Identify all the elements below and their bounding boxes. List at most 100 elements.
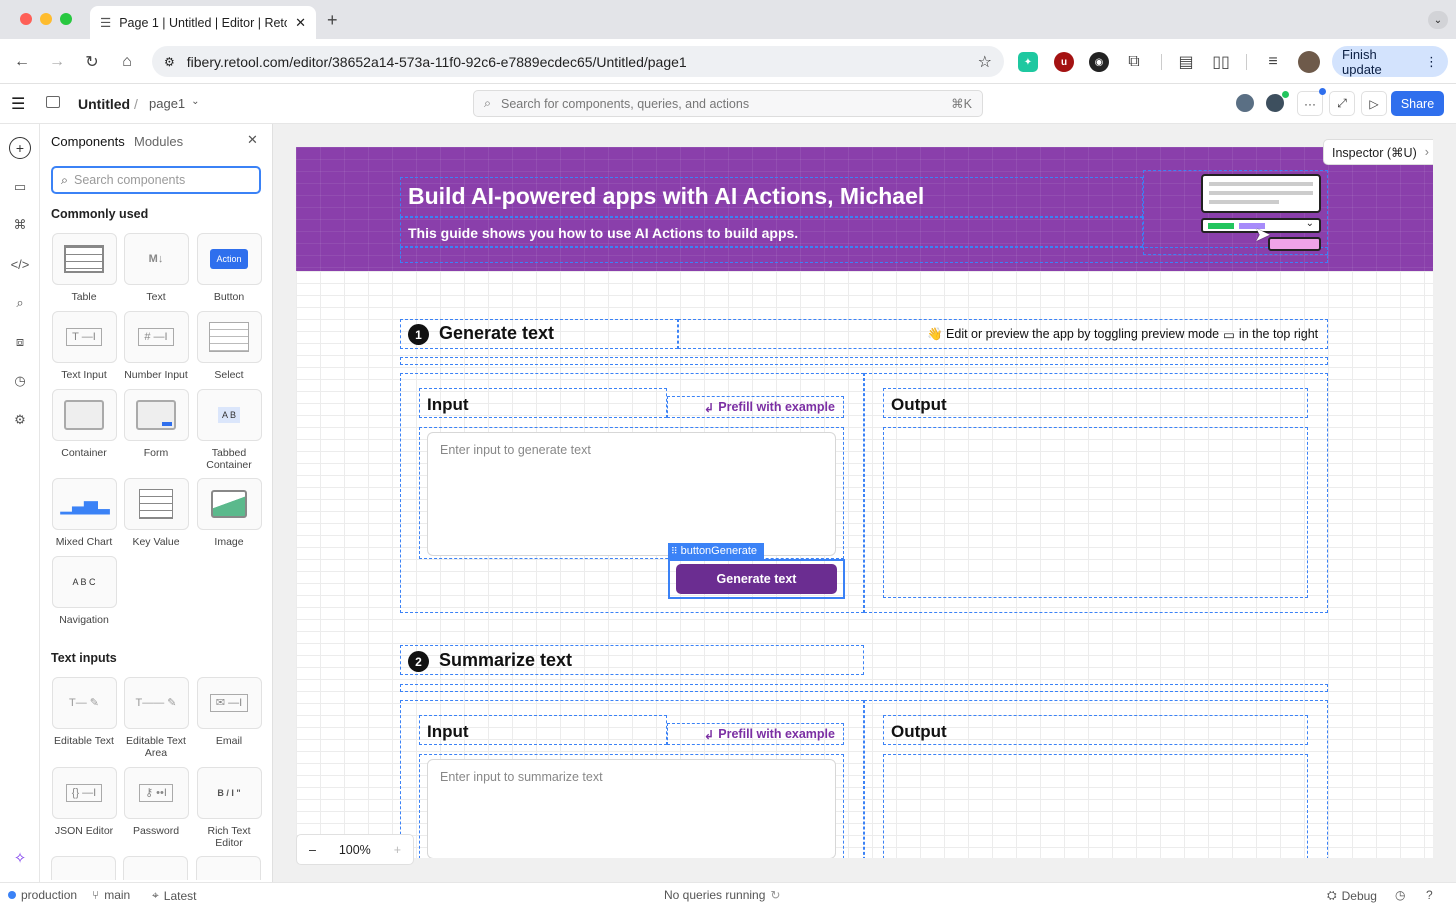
- component-image[interactable]: Image: [196, 478, 262, 548]
- collaborator-avatar[interactable]: [1234, 92, 1256, 114]
- add-component-icon[interactable]: +: [9, 137, 31, 159]
- reading-list-icon[interactable]: ▤: [1174, 50, 1198, 74]
- global-search-placeholder: Search for components, queries, and acti…: [501, 96, 750, 111]
- tab-components[interactable]: Components: [51, 134, 125, 149]
- fullscreen-expand-icon[interactable]: ⤢: [1329, 91, 1355, 116]
- more-options-button[interactable]: ···: [1297, 91, 1323, 116]
- bookmark-star-icon[interactable]: ☆: [978, 52, 992, 72]
- component-json-editor[interactable]: {} —I JSON Editor: [51, 767, 117, 837]
- step-number-badge: 1: [408, 324, 429, 345]
- component-select[interactable]: Select: [196, 311, 262, 381]
- component-password[interactable]: ⚷ ••I Password: [123, 767, 189, 837]
- textarea-placeholder: Enter input to generate text: [440, 443, 591, 457]
- prefill-label: Prefill with example: [718, 400, 835, 414]
- component-rich-text-editor[interactable]: B / I " Rich Text Editor: [196, 767, 262, 849]
- search-shortcut: ⌘K: [951, 97, 972, 111]
- state-icon[interactable]: ⧈: [9, 331, 31, 353]
- back-icon[interactable]: ←: [10, 50, 34, 74]
- toggle-left-panel-icon[interactable]: [46, 96, 60, 108]
- finish-update-button[interactable]: Finish update ⋮: [1332, 46, 1448, 77]
- reader-mode-icon[interactable]: ▯▯: [1209, 50, 1233, 74]
- return-arrow-icon: ↲: [703, 400, 715, 415]
- component-text[interactable]: M↓ Text: [123, 233, 189, 303]
- extensions-puzzle-icon[interactable]: ⧉: [1122, 50, 1146, 74]
- search-rail-icon[interactable]: ⌕: [9, 292, 31, 314]
- extension-puzzle-green-icon[interactable]: ✦: [1018, 52, 1038, 72]
- reload-icon[interactable]: ↻: [80, 50, 104, 74]
- history-status-icon[interactable]: ◷: [1395, 888, 1405, 902]
- retool-logo-icon[interactable]: ☰: [11, 94, 25, 114]
- settings-gear-icon[interactable]: ⚙: [9, 409, 31, 431]
- close-tab-icon[interactable]: ✕: [295, 15, 306, 31]
- component-form[interactable]: Form: [123, 389, 189, 459]
- prefill-example-button[interactable]: ↲ Prefill with example: [667, 396, 844, 418]
- zoom-level[interactable]: 100%: [339, 843, 371, 857]
- navigation-icon: A B C: [51, 556, 117, 608]
- minimize-window-button[interactable]: [40, 13, 52, 25]
- prefill-example-button[interactable]: ↲ Prefill with example: [667, 723, 844, 745]
- app-name[interactable]: Untitled: [78, 96, 130, 112]
- close-panel-icon[interactable]: ✕: [247, 132, 258, 148]
- git-branch-icon: ⑂: [92, 888, 100, 902]
- global-search[interactable]: ⌕ Search for components, queries, and ac…: [473, 90, 983, 117]
- hint-tail: in the top right: [1238, 327, 1319, 341]
- divider-frame[interactable]: [400, 684, 1328, 692]
- environment-dot-icon: [8, 891, 16, 899]
- maximize-window-button[interactable]: [60, 13, 72, 25]
- extension-shield-icon[interactable]: ◉: [1089, 52, 1109, 72]
- ai-assist-sparkle-icon[interactable]: ✧: [9, 847, 31, 869]
- inspector-toggle[interactable]: Inspector (⌘U) ›: [1323, 139, 1441, 165]
- debug-button[interactable]: ⛭ Debug: [1327, 888, 1377, 903]
- component-table[interactable]: Table: [51, 233, 117, 303]
- component-container[interactable]: Container: [51, 389, 117, 459]
- component-editable-text[interactable]: T— ✎ Editable Text: [51, 677, 117, 747]
- component-email[interactable]: ✉ —I Email: [196, 677, 262, 747]
- environment-selector[interactable]: production: [8, 888, 77, 902]
- summarize-input-textarea[interactable]: Enter input to summarize text: [427, 759, 836, 859]
- tab-modules[interactable]: Modules: [134, 134, 183, 149]
- tab-search-chevron-icon[interactable]: ⌄: [1428, 11, 1448, 29]
- history-icon[interactable]: ◷: [9, 370, 31, 392]
- component-text-input[interactable]: T —I Text Input: [51, 311, 117, 381]
- branch-selector[interactable]: ⑂ main: [92, 888, 130, 902]
- browser-tab[interactable]: ☰ Page 1 | Untitled | Editor | Retool ✕: [90, 6, 316, 39]
- output-label: Output: [891, 722, 947, 741]
- site-settings-icon[interactable]: ⚙: [164, 55, 175, 69]
- profile-avatar[interactable]: [1298, 51, 1320, 73]
- component-tabbed-container[interactable]: A B Tabbed Container: [196, 389, 262, 471]
- home-icon[interactable]: ⌂: [115, 50, 139, 74]
- component-search-input[interactable]: ⌕ Search components: [51, 166, 261, 194]
- zoom-in-button[interactable]: +: [394, 843, 401, 857]
- pages-icon[interactable]: ▭: [9, 176, 31, 198]
- output-text-frame[interactable]: [883, 754, 1308, 864]
- share-button[interactable]: Share: [1391, 91, 1444, 116]
- code-icon[interactable]: </>: [9, 253, 31, 275]
- zoom-out-button[interactable]: –: [309, 843, 316, 857]
- divider-frame[interactable]: [400, 357, 1328, 365]
- new-tab-icon[interactable]: +: [327, 10, 338, 31]
- help-icon[interactable]: ?: [1426, 888, 1433, 902]
- component-tile-partial[interactable]: [196, 856, 261, 880]
- component-tile-partial[interactable]: [123, 856, 188, 880]
- component-mixed-chart[interactable]: ▁▃▅▂ Mixed Chart: [51, 478, 117, 548]
- preview-play-icon[interactable]: ▷: [1361, 91, 1387, 116]
- output-text-frame[interactable]: [883, 427, 1308, 598]
- component-number-input[interactable]: # —I Number Input: [123, 311, 189, 381]
- forward-icon[interactable]: →: [45, 50, 69, 74]
- version-selector[interactable]: ⌖ Latest: [152, 888, 196, 903]
- component-button[interactable]: Action Button: [196, 233, 262, 303]
- component-navigation[interactable]: A B C Navigation: [51, 556, 117, 626]
- component-search-placeholder: Search components: [74, 173, 186, 187]
- component-editable-text-area[interactable]: T—— ✎ Editable Text Area: [123, 677, 189, 759]
- ublock-extension-icon[interactable]: u: [1054, 52, 1074, 72]
- component-tile-partial[interactable]: [51, 856, 116, 880]
- page-selector[interactable]: page1 ⌄: [149, 96, 200, 111]
- generate-text-button[interactable]: Generate text: [676, 564, 837, 594]
- refresh-icon[interactable]: ↻: [770, 888, 780, 902]
- component-key-value[interactable]: Key Value: [123, 478, 189, 548]
- address-bar[interactable]: ⚙ fibery.retool.com/editor/38652a14-573a…: [152, 46, 1004, 77]
- close-window-button[interactable]: [20, 13, 32, 25]
- generate-input-textarea[interactable]: Enter input to generate text: [427, 432, 836, 556]
- component-tree-icon[interactable]: ⌘: [9, 214, 31, 236]
- media-controls-icon[interactable]: ≡: [1261, 50, 1285, 74]
